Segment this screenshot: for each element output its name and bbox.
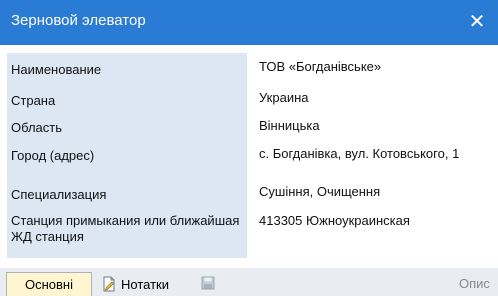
- value-city[interactable]: с. Богданівка, вул. Котовського, 1: [259, 146, 498, 178]
- label-name: Наименование: [11, 62, 102, 77]
- title-bar: Зерновой элеватор ✕: [0, 0, 498, 45]
- tab-notes-label: Нотатки: [121, 276, 169, 292]
- value-name[interactable]: ТОВ «Богданівське»: [259, 59, 498, 74]
- description-label[interactable]: Опис: [459, 276, 490, 291]
- tab-main[interactable]: Основні: [6, 272, 92, 296]
- value-region[interactable]: Вінницька: [259, 118, 498, 133]
- properties-grid: Наименование ТОВ «Богданівське» Страна У…: [7, 53, 498, 258]
- close-icon[interactable]: ✕: [464, 9, 490, 35]
- save-icon[interactable]: [201, 276, 215, 295]
- note-icon: [103, 276, 115, 292]
- tab-notes[interactable]: Нотатки: [101, 274, 169, 294]
- label-country: Страна: [11, 93, 56, 108]
- label-region: Область: [11, 120, 63, 135]
- value-country[interactable]: Украина: [259, 90, 498, 105]
- value-station[interactable]: 413305 Южноукраинская: [259, 213, 498, 228]
- label-city: Город (адрес): [11, 148, 95, 163]
- label-station: Станция примыкания или ближайшая ЖД стан…: [11, 213, 240, 244]
- value-specialization[interactable]: Сушіння, Очищення: [259, 184, 498, 199]
- label-specialization: Специализация: [11, 187, 107, 202]
- window-title: Зерновой элеватор: [11, 12, 146, 29]
